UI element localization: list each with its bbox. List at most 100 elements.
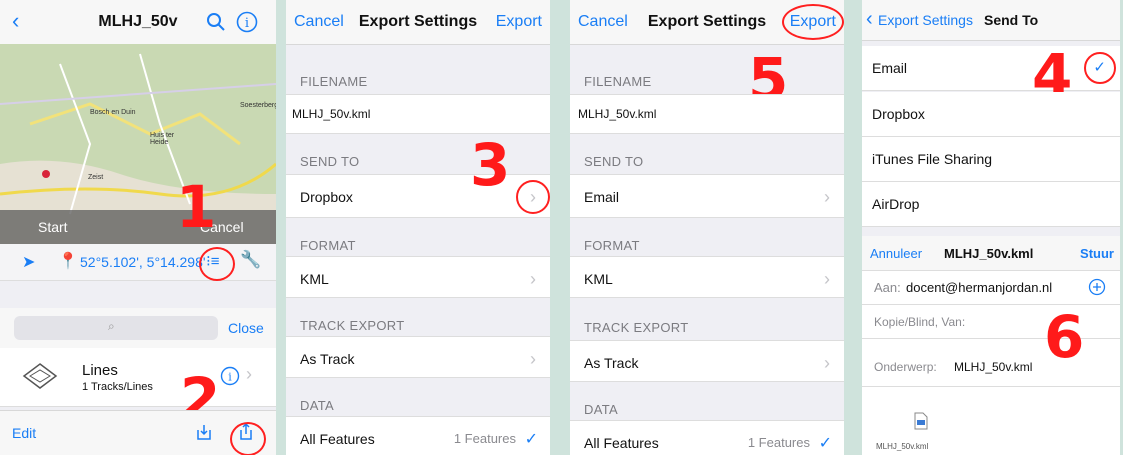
filename-header: FILENAME — [300, 74, 368, 89]
subject-value: MLHJ_50v.kml — [954, 360, 1033, 374]
info-icon[interactable]: i — [220, 366, 240, 386]
data-header: DATA — [300, 398, 334, 413]
send-to-title: Send To — [984, 12, 1039, 28]
svg-text:i: i — [228, 371, 232, 384]
map-title: MLHJ_50v — [98, 13, 178, 30]
search-icon[interactable] — [206, 12, 226, 32]
filename-value: MLHJ_50v.kml — [578, 107, 657, 121]
search-input[interactable]: ⌕ — [14, 316, 218, 340]
list-item[interactable]: Lines 1 Tracks/Lines i › — [0, 348, 276, 407]
mail-title: MLHJ_50v.kml — [944, 246, 1034, 261]
send-to-navbar: ‹ Export Settings Send To — [862, 0, 1120, 41]
attachment-name: MLHJ_50v.kml — [876, 442, 929, 451]
list-item-title: Lines — [82, 362, 118, 379]
track-export-value: As Track — [300, 351, 355, 367]
chevron-right-icon: › — [824, 353, 830, 373]
search-icon: ⌕ — [108, 319, 115, 333]
map-navbar: ‹ MLHJ_50v i — [0, 0, 276, 45]
send-option-email[interactable]: Email ✓ — [862, 46, 1120, 91]
chevron-right-icon: › — [530, 269, 536, 289]
annotation-circle — [1084, 52, 1116, 84]
checkmark-icon: ✓ — [818, 435, 832, 452]
map-label: Bosch en Duin — [90, 109, 136, 116]
chevron-right-icon: › — [824, 187, 830, 207]
close-button[interactable]: Close — [228, 320, 264, 336]
to-field[interactable]: Aan: docent@hermanjordan.nl — [862, 270, 1120, 305]
subject-field[interactable]: Onderwerp: MLHJ_50v.kml — [862, 348, 1120, 387]
track-export-value: As Track — [584, 355, 639, 371]
to-label: Aan: — [874, 280, 901, 295]
data-value: All Features — [584, 435, 659, 451]
send-option-dropbox[interactable]: Dropbox — [862, 92, 1120, 137]
send-to-value: Dropbox — [300, 189, 353, 205]
send-option-airdrop[interactable]: AirDrop — [862, 182, 1120, 227]
mail-compose: Annuleer MLHJ_50v.kml Stuur Aan: docent@… — [862, 236, 1120, 455]
export-settings-email: Cancel Export Settings Export 5 FILENAME… — [570, 0, 844, 455]
send-to-screen: ‹ Export Settings Send To Email ✓ 4 Drop… — [862, 0, 1120, 455]
option-label: iTunes File Sharing — [872, 151, 993, 167]
option-label: AirDrop — [872, 196, 920, 212]
send-to-header: SEND TO — [584, 154, 644, 169]
track-export-header: TRACK EXPORT — [300, 318, 405, 333]
step-3-marker: 3 — [470, 131, 511, 199]
info-icon[interactable]: i — [236, 11, 258, 33]
map-label: Soesterberg — [240, 102, 276, 109]
option-label: Dropbox — [872, 106, 925, 122]
coordinates-readout: 52°5.102', 5°14.298' — [80, 254, 206, 270]
chevron-left-icon[interactable]: ‹ — [866, 8, 873, 31]
format-row[interactable]: KML › — [570, 256, 844, 298]
annotation-circle — [516, 180, 550, 214]
map-screen: ‹ MLHJ_50v i Bosch en Duin Soesterberg H… — [0, 0, 276, 455]
annotation-circle — [782, 4, 844, 40]
edit-button[interactable]: Edit — [12, 425, 36, 441]
export-navbar: Cancel Export Settings Export — [286, 0, 550, 45]
data-count: 1 Features — [747, 435, 810, 450]
filename-field[interactable]: MLHJ_50v.kml — [286, 94, 550, 134]
option-label: Email — [872, 60, 908, 76]
route-action-bar: Start Cancel — [0, 210, 276, 244]
map-view[interactable]: Bosch en Duin Soesterberg Huis ter Heide… — [0, 44, 276, 244]
track-export-row[interactable]: As Track › — [570, 340, 844, 382]
map-label: Huis ter Heide — [150, 132, 175, 146]
filename-field[interactable]: MLHJ_50v.kml — [570, 94, 844, 134]
send-to-header: SEND TO — [300, 154, 360, 169]
annotation-circle — [230, 422, 266, 455]
send-option-itunes[interactable]: iTunes File Sharing — [862, 137, 1120, 182]
back-button[interactable]: Export Settings — [878, 12, 973, 28]
import-icon[interactable] — [196, 423, 212, 441]
add-contact-icon[interactable] — [1088, 278, 1106, 296]
chevron-right-icon: › — [246, 364, 252, 384]
send-to-row[interactable]: Email › — [570, 174, 844, 218]
subject-label: Onderwerp: — [874, 360, 937, 374]
data-row[interactable]: All Features 1 Features ✓ — [286, 416, 550, 455]
mail-send-button[interactable]: Stuur — [1080, 246, 1114, 261]
to-value: docent@hermanjordan.nl — [906, 280, 1053, 295]
send-to-row[interactable]: Dropbox › — [286, 174, 550, 218]
annotation-circle — [199, 247, 235, 281]
track-export-row[interactable]: As Track › — [286, 336, 550, 378]
checkmark-icon: ✓ — [524, 431, 538, 448]
chevron-right-icon: › — [824, 269, 830, 289]
step-1-marker: 1 — [176, 173, 217, 241]
data-row[interactable]: All Features 1 Features ✓ — [570, 420, 844, 455]
list-item-subtitle: 1 Tracks/Lines — [82, 381, 153, 393]
export-settings-dropbox: Cancel Export Settings Export FILENAME M… — [286, 0, 550, 455]
format-header: FORMAT — [584, 238, 640, 253]
format-value: KML — [300, 271, 329, 287]
export-button[interactable]: Export — [496, 13, 542, 31]
location-arrow-icon[interactable]: ➤ — [22, 252, 35, 272]
send-to-value: Email — [584, 189, 620, 205]
mail-navbar: Annuleer MLHJ_50v.kml Stuur — [862, 236, 1120, 271]
filename-value: MLHJ_50v.kml — [292, 107, 371, 121]
data-count: 1 Features — [453, 431, 516, 446]
lines-icon — [22, 363, 58, 389]
format-header: FORMAT — [300, 238, 356, 253]
map-label: Zeist — [88, 174, 104, 181]
file-icon — [914, 412, 928, 430]
format-row[interactable]: KML › — [286, 256, 550, 298]
cc-label: Kopie/Blind, Van: — [874, 315, 966, 329]
search-bar: ⌕ Close — [0, 308, 276, 348]
mail-cancel-button[interactable]: Annuleer — [870, 246, 922, 261]
wrench-icon[interactable]: 🔧 — [240, 250, 261, 270]
start-button[interactable]: Start — [38, 219, 68, 235]
